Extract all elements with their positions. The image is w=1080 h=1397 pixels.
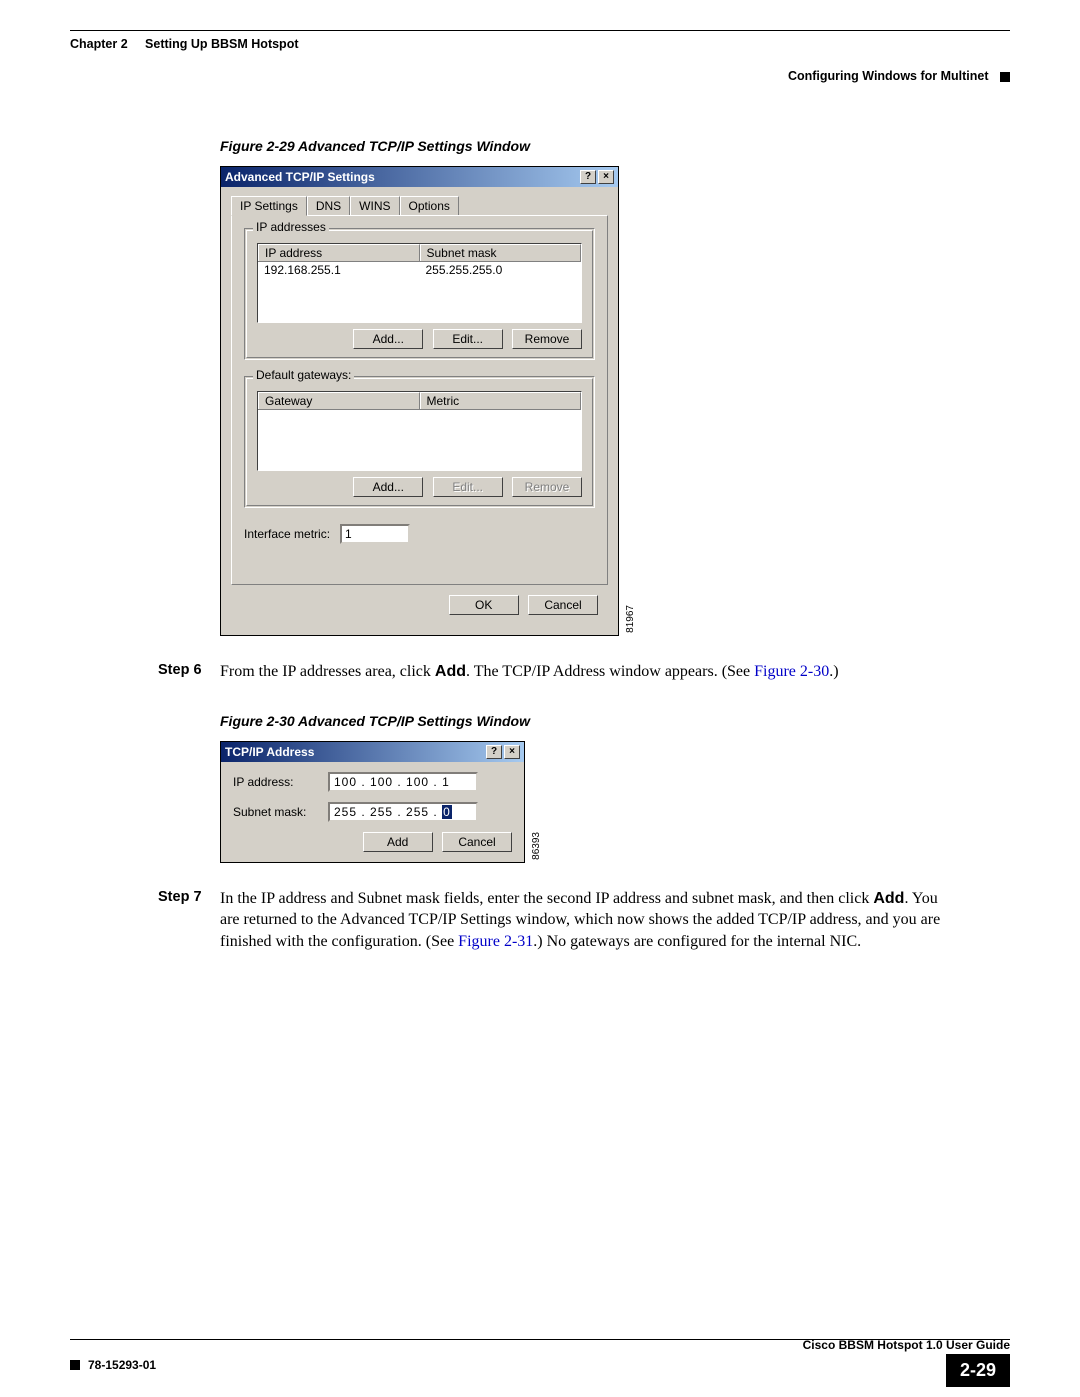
figure2-id-label: 86393: [531, 832, 542, 860]
gw-edit-button: Edit...: [433, 477, 503, 497]
interface-metric-input[interactable]: 1: [340, 524, 410, 544]
ip-addresses-group: IP addresses IP address Subnet mask 192.…: [244, 228, 595, 360]
footer-guide-title: Cisco BBSM Hotspot 1.0 User Guide: [803, 1338, 1010, 1352]
ip-address-label: IP address:: [233, 775, 328, 789]
close-icon[interactable]: ×: [598, 170, 614, 184]
subnet-mask-input[interactable]: 255 . 255 . 255 . 0: [328, 802, 478, 822]
chapter-number: Chapter 2: [70, 37, 128, 51]
subnet-mask-label: Subnet mask:: [233, 805, 328, 819]
gw-remove-button: Remove: [512, 477, 582, 497]
add-button[interactable]: Add: [363, 832, 433, 852]
header-section: Configuring Windows for Multinet: [788, 69, 1010, 83]
help-icon[interactable]: ?: [486, 745, 502, 759]
tab-wins[interactable]: WINS: [350, 196, 399, 216]
interface-metric-label: Interface metric:: [244, 527, 330, 541]
chapter-title: Setting Up BBSM Hotspot: [145, 37, 298, 51]
ip-group-legend: IP addresses: [253, 220, 329, 234]
col-gateway: Gateway: [258, 392, 420, 409]
tab-options[interactable]: Options: [400, 196, 459, 216]
help-icon[interactable]: ?: [580, 170, 596, 184]
tab-panel: IP addresses IP address Subnet mask 192.…: [231, 215, 608, 585]
ip-edit-button[interactable]: Edit...: [433, 329, 503, 349]
gw-listbox[interactable]: Gateway Metric: [257, 391, 582, 471]
footer-docnum: 78-15293-01: [88, 1358, 156, 1372]
gateways-group: Default gateways: Gateway Metric Add... …: [244, 376, 595, 508]
tab-ip-settings[interactable]: IP Settings: [231, 196, 307, 216]
gw-group-legend: Default gateways:: [253, 368, 354, 382]
gw-add-button[interactable]: Add...: [353, 477, 423, 497]
step-6-label: Step 6: [158, 661, 220, 683]
step-7-text: In the IP address and Subnet mask fields…: [220, 888, 1010, 953]
section-title: Configuring Windows for Multinet: [788, 69, 989, 83]
tab-dns[interactable]: DNS: [307, 196, 350, 216]
header-chapter: Chapter 2 Setting Up BBSM Hotspot: [70, 37, 299, 51]
dialog2-title: TCP/IP Address: [225, 745, 314, 759]
dialog-title: Advanced TCP/IP Settings: [225, 170, 375, 184]
tcpip-address-dialog: TCP/IP Address ? × IP address: 100 . 100…: [220, 741, 525, 863]
page-footer: Cisco BBSM Hotspot 1.0 User Guide 78-152…: [70, 1339, 1010, 1372]
page-number: 2-29: [946, 1354, 1010, 1387]
ip-remove-button[interactable]: Remove: [512, 329, 582, 349]
step-6-text: From the IP addresses area, click Add. T…: [220, 661, 1010, 683]
col-metric: Metric: [420, 392, 582, 409]
cell-ip: 192.168.255.1: [258, 262, 420, 278]
ok-button[interactable]: OK: [449, 595, 519, 615]
tab-strip: IP Settings DNS WINS Options: [231, 195, 608, 215]
ip-add-button[interactable]: Add...: [353, 329, 423, 349]
step-7: Step 7 In the IP address and Subnet mask…: [158, 888, 1010, 953]
col-ip-address: IP address: [258, 244, 420, 261]
cancel-button[interactable]: Cancel: [528, 595, 598, 615]
close-icon[interactable]: ×: [504, 745, 520, 759]
advanced-tcpip-dialog: Advanced TCP/IP Settings ? × IP Settings…: [220, 166, 619, 636]
footer-marker-icon: [70, 1360, 80, 1370]
step-6: Step 6 From the IP addresses area, click…: [158, 661, 1010, 683]
cancel-button[interactable]: Cancel: [442, 832, 512, 852]
figure-id-label: 81967: [625, 605, 636, 633]
figure-2-31-link[interactable]: Figure 2-31: [458, 933, 533, 950]
col-subnet-mask: Subnet mask: [420, 244, 582, 261]
header-marker-icon: [1000, 72, 1010, 82]
ip-listbox[interactable]: IP address Subnet mask 192.168.255.1 255…: [257, 243, 582, 323]
dialog2-titlebar: TCP/IP Address ? ×: [221, 742, 524, 762]
table-row[interactable]: 192.168.255.1 255.255.255.0: [258, 262, 581, 278]
dialog-titlebar: Advanced TCP/IP Settings ? ×: [221, 167, 618, 187]
step-7-label: Step 7: [158, 888, 220, 953]
ip-address-input[interactable]: 100 . 100 . 100 . 1: [328, 772, 478, 792]
figure-1-caption: Figure 2-29 Advanced TCP/IP Settings Win…: [220, 138, 1010, 154]
figure-2-30-link[interactable]: Figure 2-30: [754, 663, 829, 680]
cell-mask: 255.255.255.0: [420, 262, 582, 278]
figure-2-caption: Figure 2-30 Advanced TCP/IP Settings Win…: [220, 713, 1010, 729]
